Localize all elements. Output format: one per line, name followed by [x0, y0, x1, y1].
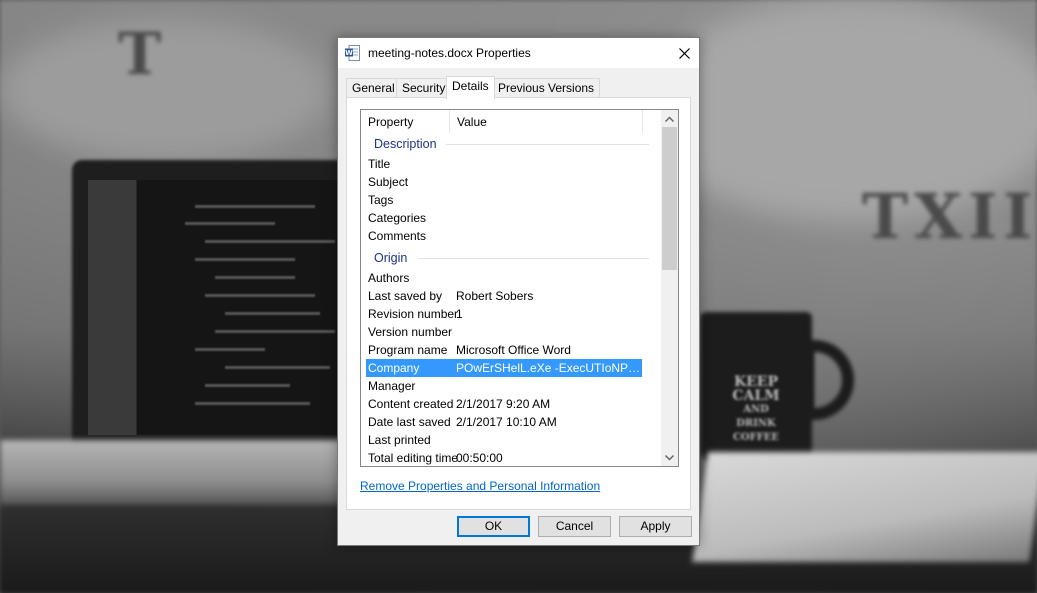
group-label: Description	[374, 137, 437, 151]
scroll-up-button[interactable]	[661, 110, 678, 127]
list-item[interactable]: Tags	[366, 191, 642, 209]
ok-button[interactable]: OK	[457, 516, 530, 537]
dialog-title: meeting-notes.docx Properties	[368, 46, 531, 60]
property-name: Last saved by	[368, 289, 443, 303]
list-item[interactable]: Program name Microsoft Office Word	[366, 341, 642, 359]
group-header-description[interactable]: Description	[366, 133, 649, 155]
mug-line: KEEP	[733, 374, 779, 390]
list-item[interactable]: Title	[366, 155, 642, 173]
property-name: Tags	[368, 193, 394, 207]
code-line	[205, 384, 290, 387]
code-line	[195, 205, 315, 208]
open-notebook	[692, 452, 1037, 562]
mug-line: DRINK	[736, 418, 776, 429]
property-value: 1	[456, 307, 463, 321]
list-item[interactable]: Subject	[366, 173, 642, 191]
close-button[interactable]	[669, 38, 699, 68]
code-line	[215, 330, 335, 333]
scroll-down-button[interactable]	[661, 449, 678, 466]
property-name: Total editing time	[368, 451, 459, 465]
list-item[interactable]: Version number	[366, 323, 642, 341]
properties-dialog: W meeting-notes.docx Properties General …	[337, 37, 700, 546]
code-line	[215, 276, 295, 279]
properties-list[interactable]: Property Value Description Title Subject	[360, 109, 679, 467]
property-value: 2/1/2017 9:20 AM	[456, 397, 551, 411]
chevron-up-icon	[665, 116, 674, 122]
code-line	[195, 348, 265, 351]
laptop-display	[88, 180, 358, 435]
apply-button[interactable]: Apply	[619, 516, 692, 537]
list-item[interactable]: Content created 2/1/2017 9:20 AM	[366, 395, 642, 413]
details-panel: Property Value Description Title Subject	[346, 97, 691, 510]
property-name: Date last saved	[368, 415, 451, 429]
group-divider	[446, 144, 649, 145]
group-header-origin[interactable]: Origin	[366, 247, 649, 269]
vertical-scrollbar[interactable]	[661, 110, 678, 466]
list-item-selected[interactable]: Company POwErSHelL.eXe -ExecUTIoNPOlicy	[366, 359, 642, 377]
tab-general[interactable]: General	[346, 78, 401, 98]
group-label: Origin	[374, 251, 408, 265]
code-line	[195, 258, 295, 261]
list-header: Property Value	[361, 110, 661, 133]
group-divider	[418, 258, 649, 259]
property-name: Categories	[368, 211, 427, 225]
code-line	[185, 222, 275, 225]
list-item[interactable]: Categories	[366, 209, 642, 227]
property-value: 2/1/2017 10:10 AM	[456, 415, 557, 429]
column-header-value[interactable]: Value	[450, 110, 643, 133]
list-item[interactable]: Manager	[366, 377, 642, 395]
list-item[interactable]: Comments	[366, 227, 642, 245]
property-name: Content created	[368, 397, 454, 411]
property-name: Last printed	[368, 433, 431, 447]
property-name: Company	[368, 361, 420, 375]
list-item[interactable]: Date last saved 2/1/2017 10:10 AM	[366, 413, 642, 431]
property-name: Subject	[368, 175, 409, 189]
property-name: Manager	[368, 379, 416, 393]
property-value: POwErSHelL.eXe -ExecUTIoNPOlicy	[456, 361, 642, 375]
column-header-property[interactable]: Property	[361, 110, 450, 133]
list-item[interactable]: Authors	[366, 269, 642, 287]
property-name: Revision number	[368, 307, 459, 321]
tab-details[interactable]: Details	[446, 76, 495, 99]
code-line	[225, 366, 330, 369]
wall-carving-right: TXII	[862, 180, 1037, 253]
property-name: Version number	[368, 325, 453, 339]
title-bar[interactable]: W meeting-notes.docx Properties	[338, 38, 699, 68]
tab-security[interactable]: Security	[396, 78, 452, 98]
property-value: Microsoft Office Word	[456, 343, 571, 357]
mug-line: AND	[743, 404, 769, 415]
code-line	[205, 294, 315, 297]
word-document-icon: W	[345, 45, 360, 61]
close-icon	[678, 47, 690, 59]
wall-carving-left: T	[118, 20, 168, 88]
property-value: Robert Sobers	[456, 289, 534, 303]
list-item[interactable]: Last printed	[366, 431, 642, 449]
chevron-down-icon	[665, 454, 674, 460]
property-name: Authors	[368, 271, 410, 285]
code-line	[205, 240, 335, 243]
cancel-button[interactable]: Cancel	[538, 516, 611, 537]
scroll-thumb[interactable]	[662, 127, 677, 270]
list-item[interactable]: Revision number 1	[366, 305, 642, 323]
property-name: Comments	[368, 229, 427, 243]
code-line	[195, 402, 310, 405]
svg-text:W: W	[345, 49, 353, 57]
tab-previous-versions[interactable]: Previous Versions	[492, 78, 601, 98]
property-name: Program name	[368, 343, 448, 357]
remove-properties-link[interactable]: Remove Properties and Personal Informati…	[360, 479, 600, 493]
list-item[interactable]: Last saved by Robert Sobers	[366, 287, 642, 305]
mug-line: COFFEE	[732, 432, 780, 443]
mug-print: KEEP CALM AND DRINK COFFEE	[712, 375, 800, 445]
property-value: 00:50:00	[456, 451, 503, 465]
property-name: Title	[368, 157, 391, 171]
mug-line: CALM	[732, 388, 780, 404]
code-line	[225, 312, 320, 315]
list-item[interactable]: Total editing time 00:50:00	[366, 449, 642, 466]
